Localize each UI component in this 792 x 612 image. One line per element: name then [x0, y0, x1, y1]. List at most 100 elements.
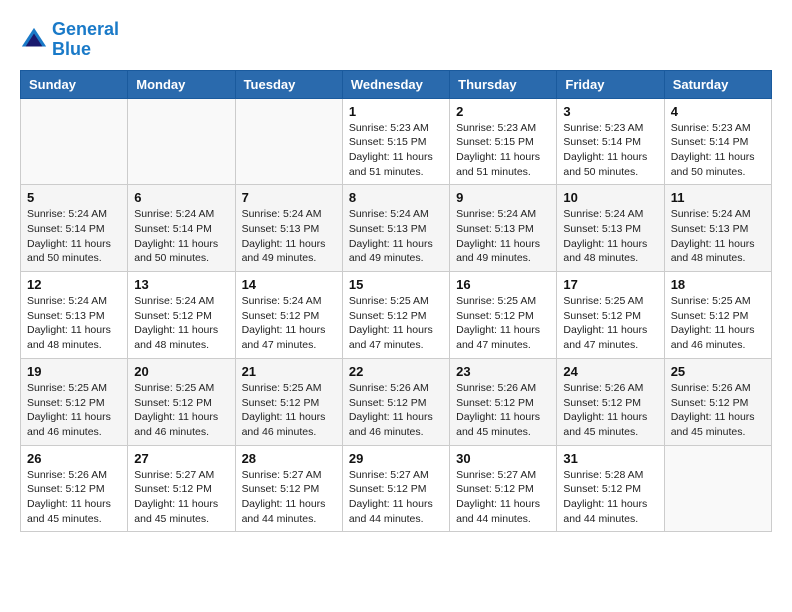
calendar-cell	[21, 98, 128, 185]
week-row-2: 5 Sunrise: 5:24 AM Sunset: 5:14 PM Daylig…	[21, 185, 772, 272]
day-number: 22	[349, 364, 443, 379]
day-info: Sunrise: 5:24 AM Sunset: 5:14 PM Dayligh…	[134, 207, 228, 266]
day-info: Sunrise: 5:24 AM Sunset: 5:13 PM Dayligh…	[349, 207, 443, 266]
calendar-cell	[235, 98, 342, 185]
day-info: Sunrise: 5:24 AM Sunset: 5:13 PM Dayligh…	[242, 207, 336, 266]
day-info: Sunrise: 5:24 AM Sunset: 5:12 PM Dayligh…	[134, 294, 228, 353]
day-number: 24	[563, 364, 657, 379]
day-info: Sunrise: 5:27 AM Sunset: 5:12 PM Dayligh…	[456, 468, 550, 527]
weekday-header-saturday: Saturday	[664, 70, 771, 98]
day-info: Sunrise: 5:26 AM Sunset: 5:12 PM Dayligh…	[671, 381, 765, 440]
calendar-cell: 17 Sunrise: 5:25 AM Sunset: 5:12 PM Dayli…	[557, 272, 664, 359]
calendar-table: SundayMondayTuesdayWednesdayThursdayFrid…	[20, 70, 772, 533]
day-number: 5	[27, 190, 121, 205]
calendar-cell: 6Sunrise: 5:24 AM Sunset: 5:14 PM Daylig…	[128, 185, 235, 272]
day-number: 3	[563, 104, 657, 119]
day-info: Sunrise: 5:25 AM Sunset: 5:12 PM Dayligh…	[27, 381, 121, 440]
calendar-cell: 24 Sunrise: 5:26 AM Sunset: 5:12 PM Dayli…	[557, 358, 664, 445]
week-row-3: 12Sunrise: 5:24 AM Sunset: 5:13 PM Dayli…	[21, 272, 772, 359]
day-number: 17	[563, 277, 657, 292]
calendar-cell: 20Sunrise: 5:25 AM Sunset: 5:12 PM Dayli…	[128, 358, 235, 445]
calendar-cell: 27 Sunrise: 5:27 AM Sunset: 5:12 PM Dayli…	[128, 445, 235, 532]
page-header: General Blue	[20, 20, 772, 60]
calendar-cell: 10 Sunrise: 5:24 AM Sunset: 5:13 PM Dayli…	[557, 185, 664, 272]
calendar-cell: 11 Sunrise: 5:24 AM Sunset: 5:13 PM Dayli…	[664, 185, 771, 272]
day-info: Sunrise: 5:25 AM Sunset: 5:12 PM Dayligh…	[349, 294, 443, 353]
calendar-cell: 19 Sunrise: 5:25 AM Sunset: 5:12 PM Dayli…	[21, 358, 128, 445]
day-number: 2	[456, 104, 550, 119]
day-info: Sunrise: 5:24 AM Sunset: 5:13 PM Dayligh…	[27, 294, 121, 353]
day-number: 26	[27, 451, 121, 466]
calendar-cell: 21 Sunrise: 5:25 AM Sunset: 5:12 PM Dayli…	[235, 358, 342, 445]
day-info: Sunrise: 5:24 AM Sunset: 5:13 PM Dayligh…	[456, 207, 550, 266]
weekday-header-wednesday: Wednesday	[342, 70, 449, 98]
day-number: 4	[671, 104, 765, 119]
day-info: Sunrise: 5:26 AM Sunset: 5:12 PM Dayligh…	[349, 381, 443, 440]
day-info: Sunrise: 5:23 AM Sunset: 5:15 PM Dayligh…	[456, 121, 550, 180]
day-number: 20	[134, 364, 228, 379]
day-number: 31	[563, 451, 657, 466]
day-number: 19	[27, 364, 121, 379]
weekday-header-thursday: Thursday	[450, 70, 557, 98]
day-number: 10	[563, 190, 657, 205]
weekday-header-monday: Monday	[128, 70, 235, 98]
calendar-cell: 25 Sunrise: 5:26 AM Sunset: 5:12 PM Dayli…	[664, 358, 771, 445]
day-number: 25	[671, 364, 765, 379]
calendar-cell: 5 Sunrise: 5:24 AM Sunset: 5:14 PM Daylig…	[21, 185, 128, 272]
day-info: Sunrise: 5:25 AM Sunset: 5:12 PM Dayligh…	[563, 294, 657, 353]
calendar-cell: 16 Sunrise: 5:25 AM Sunset: 5:12 PM Dayli…	[450, 272, 557, 359]
day-number: 23	[456, 364, 550, 379]
day-info: Sunrise: 5:25 AM Sunset: 5:12 PM Dayligh…	[671, 294, 765, 353]
day-info: Sunrise: 5:27 AM Sunset: 5:12 PM Dayligh…	[242, 468, 336, 527]
week-row-4: 19 Sunrise: 5:25 AM Sunset: 5:12 PM Dayli…	[21, 358, 772, 445]
day-info: Sunrise: 5:24 AM Sunset: 5:13 PM Dayligh…	[671, 207, 765, 266]
day-number: 14	[242, 277, 336, 292]
day-number: 15	[349, 277, 443, 292]
week-row-5: 26 Sunrise: 5:26 AM Sunset: 5:12 PM Dayli…	[21, 445, 772, 532]
day-info: Sunrise: 5:23 AM Sunset: 5:14 PM Dayligh…	[671, 121, 765, 180]
day-info: Sunrise: 5:26 AM Sunset: 5:12 PM Dayligh…	[27, 468, 121, 527]
calendar-cell	[664, 445, 771, 532]
calendar-cell: 3 Sunrise: 5:23 AM Sunset: 5:14 PM Daylig…	[557, 98, 664, 185]
calendar-cell: 14 Sunrise: 5:24 AM Sunset: 5:12 PM Dayli…	[235, 272, 342, 359]
day-number: 8	[349, 190, 443, 205]
calendar-cell	[128, 98, 235, 185]
calendar-cell: 29 Sunrise: 5:27 AM Sunset: 5:12 PM Dayli…	[342, 445, 449, 532]
logo: General Blue	[20, 20, 119, 60]
day-info: Sunrise: 5:28 AM Sunset: 5:12 PM Dayligh…	[563, 468, 657, 527]
calendar-cell: 12Sunrise: 5:24 AM Sunset: 5:13 PM Dayli…	[21, 272, 128, 359]
day-info: Sunrise: 5:27 AM Sunset: 5:12 PM Dayligh…	[349, 468, 443, 527]
week-row-1: 1Sunrise: 5:23 AM Sunset: 5:15 PM Daylig…	[21, 98, 772, 185]
calendar-cell: 22 Sunrise: 5:26 AM Sunset: 5:12 PM Dayli…	[342, 358, 449, 445]
calendar-cell: 23Sunrise: 5:26 AM Sunset: 5:12 PM Dayli…	[450, 358, 557, 445]
calendar-cell: 30 Sunrise: 5:27 AM Sunset: 5:12 PM Dayli…	[450, 445, 557, 532]
day-info: Sunrise: 5:25 AM Sunset: 5:12 PM Dayligh…	[242, 381, 336, 440]
calendar-cell: 15 Sunrise: 5:25 AM Sunset: 5:12 PM Dayli…	[342, 272, 449, 359]
calendar-cell: 4 Sunrise: 5:23 AM Sunset: 5:14 PM Daylig…	[664, 98, 771, 185]
day-number: 27	[134, 451, 228, 466]
calendar-cell: 28 Sunrise: 5:27 AM Sunset: 5:12 PM Dayli…	[235, 445, 342, 532]
day-number: 16	[456, 277, 550, 292]
day-number: 28	[242, 451, 336, 466]
day-number: 30	[456, 451, 550, 466]
day-info: Sunrise: 5:25 AM Sunset: 5:12 PM Dayligh…	[456, 294, 550, 353]
day-number: 18	[671, 277, 765, 292]
calendar-cell: 9Sunrise: 5:24 AM Sunset: 5:13 PM Daylig…	[450, 185, 557, 272]
day-number: 21	[242, 364, 336, 379]
logo-text: General Blue	[52, 20, 119, 60]
day-info: Sunrise: 5:23 AM Sunset: 5:14 PM Dayligh…	[563, 121, 657, 180]
weekday-header-friday: Friday	[557, 70, 664, 98]
day-number: 29	[349, 451, 443, 466]
day-info: Sunrise: 5:27 AM Sunset: 5:12 PM Dayligh…	[134, 468, 228, 527]
calendar-cell: 13 Sunrise: 5:24 AM Sunset: 5:12 PM Dayli…	[128, 272, 235, 359]
day-info: Sunrise: 5:24 AM Sunset: 5:14 PM Dayligh…	[27, 207, 121, 266]
weekday-header-row: SundayMondayTuesdayWednesdayThursdayFrid…	[21, 70, 772, 98]
day-number: 13	[134, 277, 228, 292]
calendar-cell: 18 Sunrise: 5:25 AM Sunset: 5:12 PM Dayli…	[664, 272, 771, 359]
day-info: Sunrise: 5:26 AM Sunset: 5:12 PM Dayligh…	[563, 381, 657, 440]
logo-icon	[20, 26, 48, 54]
day-number: 11	[671, 190, 765, 205]
day-info: Sunrise: 5:24 AM Sunset: 5:13 PM Dayligh…	[563, 207, 657, 266]
weekday-header-sunday: Sunday	[21, 70, 128, 98]
day-info: Sunrise: 5:24 AM Sunset: 5:12 PM Dayligh…	[242, 294, 336, 353]
